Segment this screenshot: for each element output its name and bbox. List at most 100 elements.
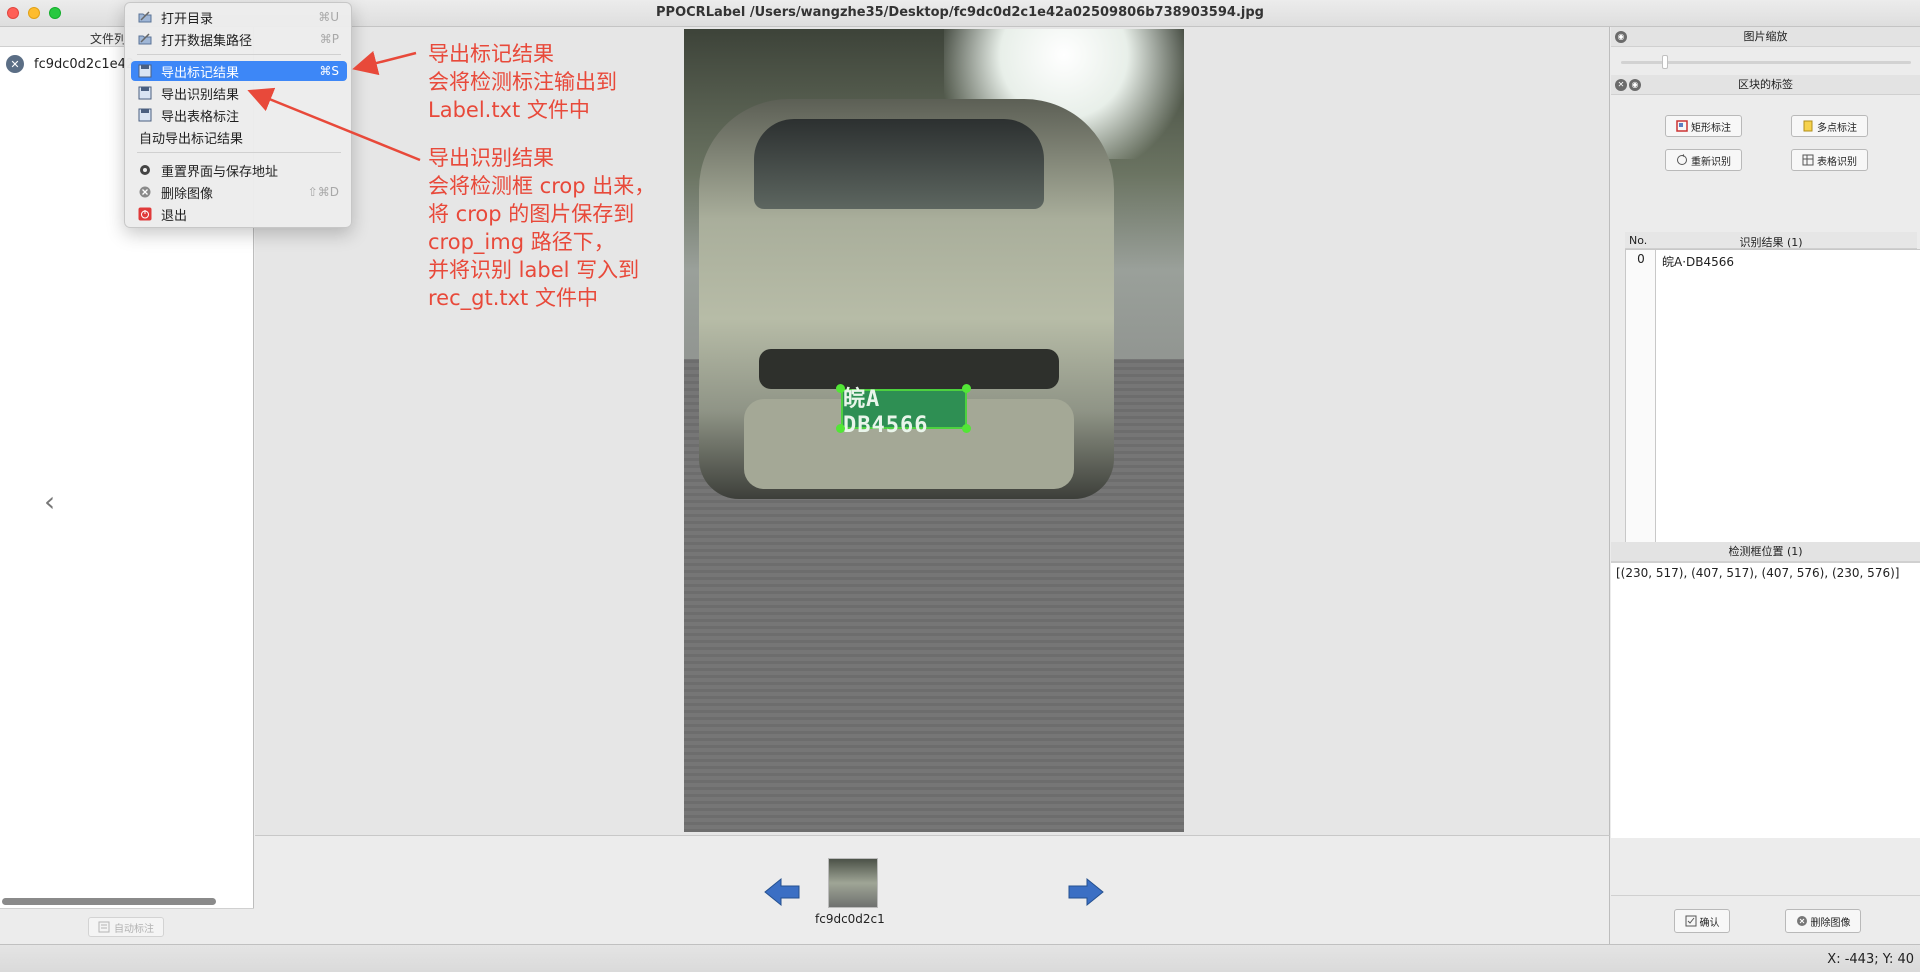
menu-label: 打开数据集路径	[161, 33, 253, 49]
box-position-list[interactable]: [(230, 517), (407, 517), (407, 576), (23…	[1611, 562, 1920, 838]
box-corner-handle[interactable]	[962, 384, 971, 393]
thumbnail-strip: fc9dc0d2c1	[255, 835, 1610, 944]
annotation-line: 导出识别结果	[428, 146, 554, 170]
dock-close-icon[interactable]: ✕	[1615, 79, 1627, 91]
save-icon	[138, 108, 152, 122]
annotation-line: Label.txt 文件中	[428, 98, 590, 122]
box-corner-handle[interactable]	[836, 424, 845, 433]
file-list-item[interactable]: ✕ fc9dc0d2c1e42	[6, 54, 134, 74]
menu-separator	[137, 54, 341, 55]
menu-label: 重置界面与保存地址	[161, 164, 279, 180]
rectangle-icon	[1676, 120, 1688, 132]
refresh-icon	[1677, 154, 1687, 165]
poly-label-button[interactable]: 多点标注	[1791, 115, 1868, 137]
box-position-dock: 检测框位置 (1) [(230, 517), (407, 517), (407,…	[1611, 542, 1920, 838]
label-dock: ✕ ◉ 区块的标签 矩形标注 多点标注 重新识别 表格识别 No. 识别结果 (…	[1611, 75, 1920, 545]
table-recognize-button[interactable]: 表格识别	[1791, 149, 1868, 171]
folder-icon	[138, 33, 152, 45]
folder-icon	[138, 11, 152, 23]
annotation-line: crop_img 路径下，	[428, 230, 615, 254]
rect-label-text: 矩形标注	[1691, 122, 1731, 134]
menu-open-dataset[interactable]: 打开数据集路径 ⌘P	[131, 29, 347, 49]
box-position-title: 检测框位置 (1)	[1611, 542, 1920, 562]
annotation-export-rec: 导出识别结果 会将检测框 crop 出来， 将 crop 的图片保存到 crop…	[428, 144, 655, 312]
file-list-footer: 自动标注	[0, 908, 254, 944]
rect-label-button[interactable]: 矩形标注	[1665, 115, 1742, 137]
menu-export-rec[interactable]: 导出识别结果	[131, 83, 347, 103]
delete-image-button[interactable]: 删除图像	[1785, 909, 1861, 933]
auto-label-label: 自动标注	[114, 923, 154, 935]
file-menu: 打开目录 ⌘U 打开数据集路径 ⌘P 导出标记结果 ⌘S 导出识别结果 导出表格…	[124, 2, 352, 228]
menu-reset[interactable]: 重置界面与保存地址	[131, 160, 347, 180]
menu-label: 打开目录	[161, 11, 214, 27]
menu-label: 退出	[161, 208, 188, 224]
zoom-title: 图片缩放	[1743, 30, 1788, 43]
annotation-line: 并将识别 label 写入到	[428, 258, 640, 282]
dock-float-icon[interactable]: ◉	[1615, 31, 1627, 43]
arrow-right-icon[interactable]	[1067, 877, 1105, 907]
poly-label-text: 多点标注	[1817, 122, 1857, 134]
checkbox-icon	[1685, 915, 1696, 927]
re-recognize-button[interactable]: 重新识别	[1665, 149, 1742, 171]
plate-text: 皖A DB4566	[843, 386, 929, 438]
power-icon	[138, 207, 152, 221]
right-panel: ◉ 图片缩放 ✕ ◉ 区块的标签 矩形标注 多点标注 重新识别 表格识别 No.	[1611, 27, 1920, 944]
menu-label: 删除图像	[161, 186, 214, 202]
menu-shortcut: ⇧⌘D	[307, 185, 339, 199]
menu-open-dir[interactable]: 打开目录 ⌘U	[131, 7, 347, 27]
menu-label: 自动导出标记结果	[139, 131, 244, 147]
box-corner-handle[interactable]	[962, 424, 971, 433]
menu-shortcut: ⌘S	[319, 64, 339, 78]
zoom-knob[interactable]	[1662, 55, 1668, 69]
menu-label: 导出识别结果	[161, 87, 240, 103]
zoom-slider[interactable]	[1611, 47, 1920, 75]
auto-label-button[interactable]: 自动标注	[88, 917, 164, 937]
horizontal-scrollbar[interactable]	[2, 898, 216, 905]
row-index: 0	[1637, 252, 1645, 266]
recognition-header: No. 识别结果 (1)	[1625, 232, 1917, 249]
annotation-line: 会将检测框 crop 出来，	[428, 174, 656, 198]
menu-shortcut: ⌘U	[318, 10, 339, 24]
menu-export-table[interactable]: 导出表格标注	[131, 105, 347, 125]
polygon-icon	[1803, 120, 1813, 132]
annotation-line: rec_gt.txt 文件中	[428, 286, 598, 310]
annotation-export-label: 导出标记结果 会将检测标注输出到 Label.txt 文件中	[428, 40, 617, 124]
arrow-left-icon[interactable]	[763, 877, 801, 907]
confirm-button[interactable]: 确认	[1674, 909, 1730, 933]
auto-label-icon	[98, 921, 110, 933]
menu-label: 导出标记结果	[161, 65, 240, 81]
table-recognize-text: 表格识别	[1817, 156, 1857, 168]
menu-separator	[137, 152, 341, 153]
file-name: fc9dc0d2c1e42	[34, 56, 135, 72]
save-icon	[138, 86, 152, 100]
collapse-panel-icon[interactable]: ‹	[44, 485, 55, 518]
column-recognition: 识别结果 (1)	[1739, 236, 1803, 249]
file-list-title: 文件列	[90, 32, 127, 46]
box-position-item[interactable]: [(230, 517), (407, 517), (407, 576), (23…	[1616, 566, 1899, 580]
save-icon	[138, 64, 152, 78]
menu-delete-image[interactable]: 删除图像 ⇧⌘D	[131, 182, 347, 202]
cursor-coordinates: X: -443; Y: 40	[1827, 952, 1914, 967]
status-bar: X: -443; Y: 40	[0, 944, 1920, 972]
car-windshield	[754, 119, 1044, 209]
recognition-item[interactable]: 皖A·DB4566	[1662, 253, 1734, 270]
zoom-dock-title: ◉ 图片缩放	[1611, 27, 1920, 47]
detection-box[interactable]: 皖A DB4566	[841, 387, 967, 438]
annotation-line: 将 crop 的图片保存到	[428, 202, 635, 226]
index-column	[1626, 250, 1656, 544]
dock-float-icon[interactable]: ◉	[1629, 79, 1641, 91]
delete-image-label: 删除图像	[1810, 917, 1851, 929]
menu-shortcut: ⌘P	[319, 32, 339, 46]
recognition-list[interactable]: 0 皖A·DB4566	[1625, 249, 1920, 545]
gear-icon	[140, 165, 150, 175]
table-icon	[1802, 154, 1814, 166]
box-corner-handle[interactable]	[836, 384, 845, 393]
right-footer: 确认 删除图像	[1611, 895, 1920, 944]
x-circle-icon: ✕	[6, 55, 24, 73]
annotation-line: 会将检测标注输出到	[428, 70, 617, 94]
label-dock-title-text: 区块的标签	[1738, 78, 1793, 91]
menu-auto-export[interactable]: 自动导出标记结果	[131, 127, 347, 147]
menu-quit[interactable]: 退出	[131, 204, 347, 224]
thumbnail-image[interactable]	[828, 858, 878, 908]
menu-export-label[interactable]: 导出标记结果 ⌘S	[131, 61, 347, 81]
